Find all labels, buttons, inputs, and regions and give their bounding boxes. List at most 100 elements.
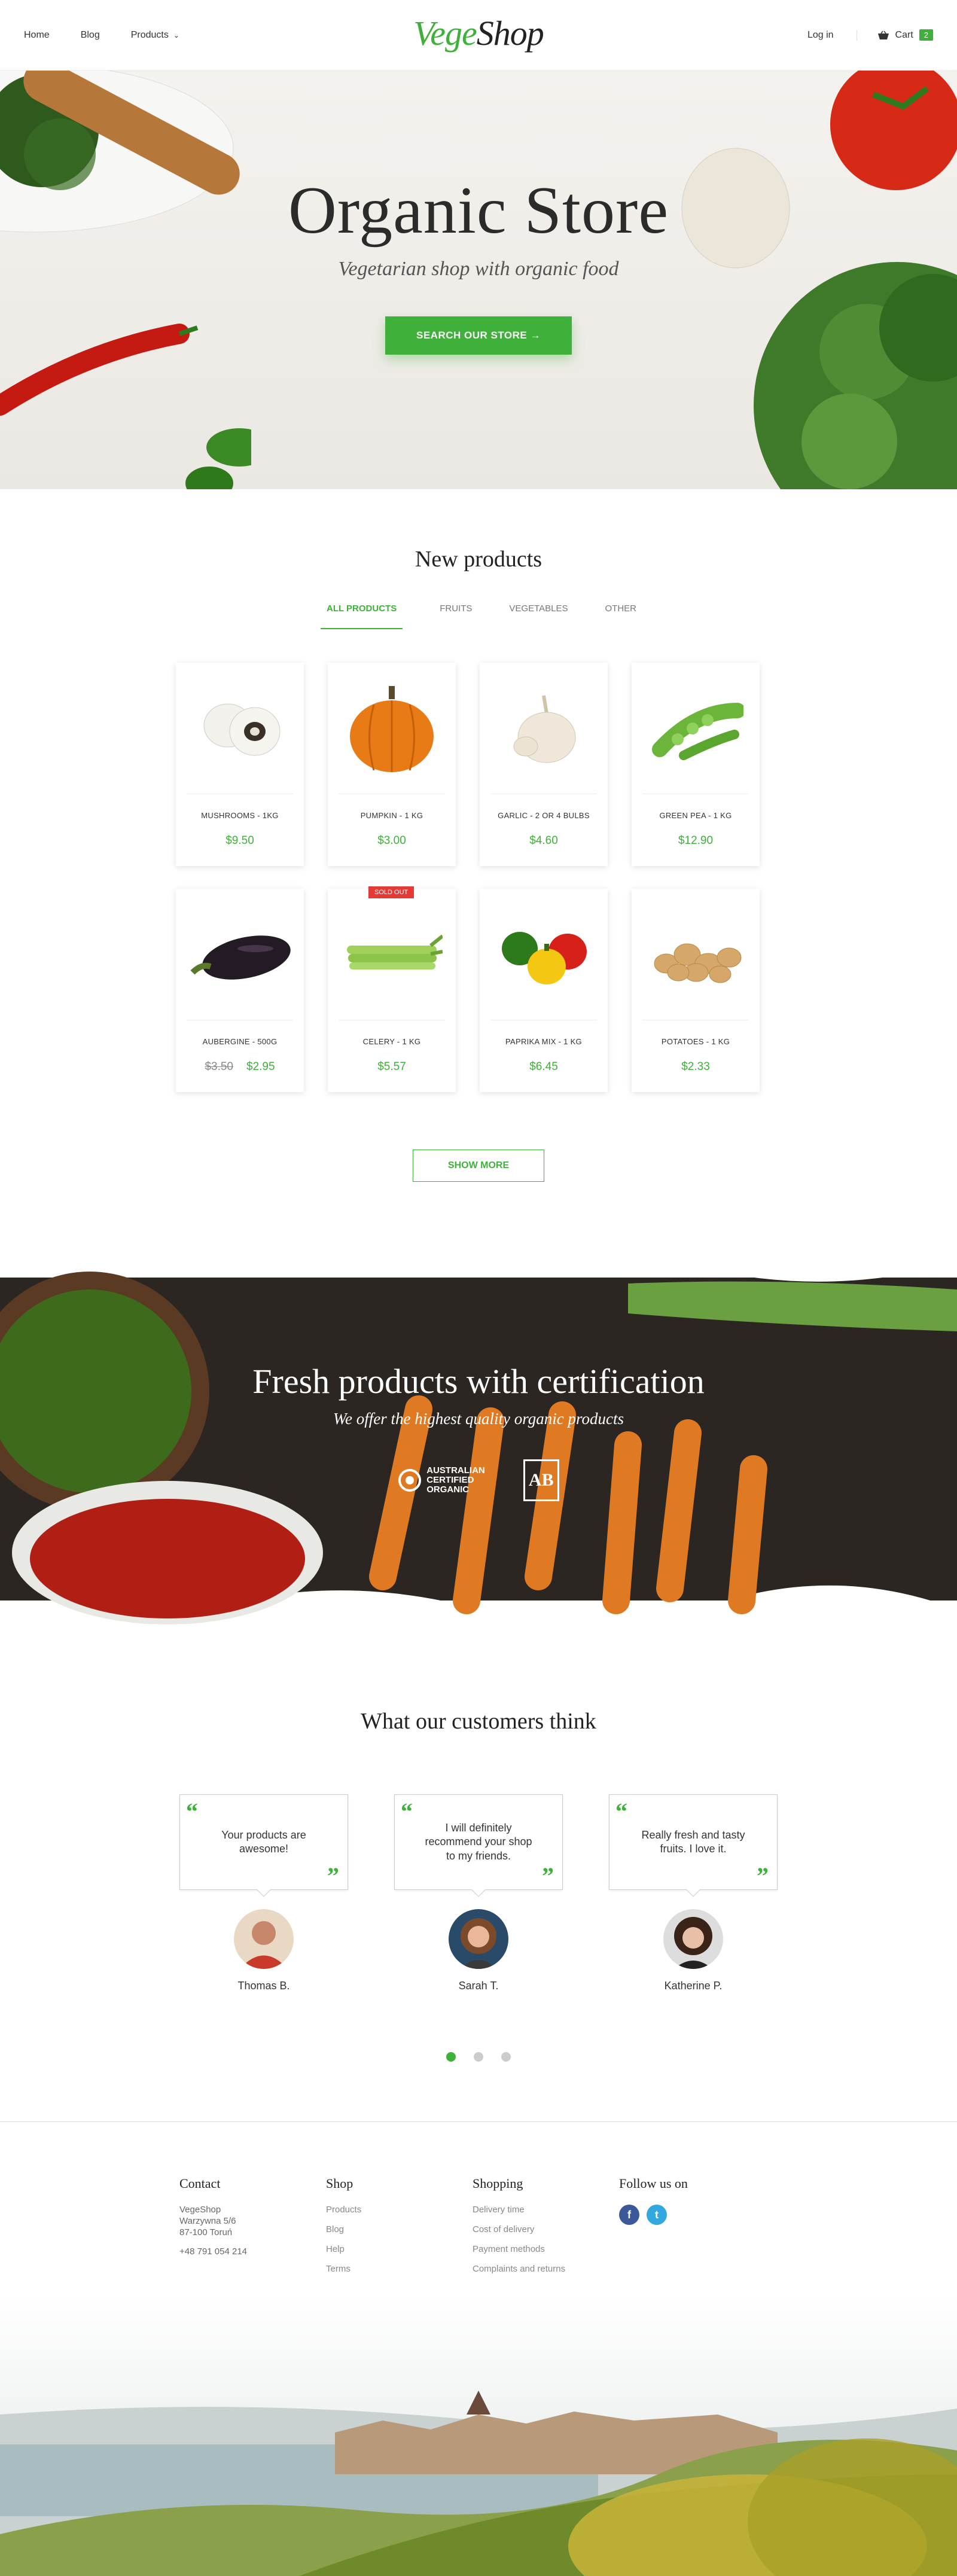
product-price: $2.95	[246, 1060, 275, 1073]
footer-link-help[interactable]: Help	[326, 2244, 473, 2254]
ab-organic-logo: AB	[523, 1459, 559, 1501]
product-price: $3.00	[377, 834, 406, 847]
aco-line3: ORGANIC	[426, 1484, 470, 1495]
mushrooms-image	[187, 663, 293, 794]
account-area: Log in Cart 2	[807, 29, 933, 41]
footer-contact: Contact VegeShop Warzywna 5/6 87-100 Tor…	[179, 2176, 326, 2284]
footer-link-terms[interactable]: Terms	[326, 2264, 473, 2274]
tab-vegetables[interactable]: VEGETABLES	[509, 603, 568, 629]
chevron-down-icon: ⌄	[173, 31, 179, 39]
cart-button[interactable]: Cart 2	[877, 29, 933, 41]
contact-company: VegeShop	[179, 2205, 221, 2215]
certification-subtitle: We offer the highest quality organic pro…	[333, 1410, 624, 1428]
product-name: PAPRIKA MIX - 1 KG	[505, 1037, 582, 1046]
australian-certified-organic-logo: AUSTRALIAN CERTIFIED ORGANIC	[398, 1466, 485, 1494]
footer-link-products[interactable]: Products	[326, 2205, 473, 2215]
testimonial-author: Thomas B.	[237, 1980, 290, 1992]
main-menu: Home Blog Products ⌄	[24, 30, 179, 41]
pumpkin-image	[339, 663, 445, 794]
search-store-button[interactable]: SEARCH OUR STORE →	[385, 316, 572, 355]
aubergine-image	[187, 889, 293, 1020]
testimonial-quote: “ Your products are awesome! ”	[179, 1794, 348, 1890]
show-more-button[interactable]: SHOW MORE	[413, 1150, 544, 1182]
carousel-dot-2[interactable]	[474, 2052, 483, 2062]
testimonial-item: “ I will definitely recommend your shop …	[394, 1794, 563, 1992]
product-card-green-pea[interactable]: GREEN PEA - 1 KG $12.90	[632, 663, 760, 866]
product-card-paprika-mix[interactable]: PAPRIKA MIX - 1 KG $6.45	[480, 889, 608, 1092]
testimonial-text: I will definitely recommend your shop to…	[425, 1821, 532, 1862]
nav-products-dropdown[interactable]: Products ⌄	[131, 30, 179, 41]
twitter-icon[interactable]: t	[647, 2205, 667, 2225]
product-card-potatoes[interactable]: POTATOES - 1 KG $2.33	[632, 889, 760, 1092]
footer-link-blog[interactable]: Blog	[326, 2224, 473, 2234]
certification-banner: Fresh products with certification We off…	[0, 1242, 957, 1630]
quote-open-icon: “	[186, 1798, 198, 1825]
quote-close-icon: ”	[757, 1862, 769, 1889]
contact-phone[interactable]: +48 791 054 214	[179, 2246, 326, 2258]
organic-swirl-icon	[398, 1469, 422, 1492]
footer-link-payment[interactable]: Payment methods	[473, 2244, 619, 2254]
product-card-pumpkin[interactable]: PUMPKIN - 1 KG $3.00	[328, 663, 456, 866]
product-card-mushrooms[interactable]: MUSHROOMS - 1KG $9.50	[176, 663, 304, 866]
footer-shop: Shop Products Blog Help Terms	[326, 2176, 473, 2284]
cart-label: Cart	[895, 29, 913, 40]
product-card-celery[interactable]: SOLD OUT CELERY - 1 KG $5.57	[328, 886, 456, 1092]
cart-count-badge: 2	[919, 29, 933, 41]
hero-right-decoration	[681, 71, 957, 489]
carousel-pagination	[0, 2052, 957, 2062]
logo-text-vege: Vege	[413, 14, 477, 53]
basket-icon	[877, 31, 889, 39]
product-card-aubergine[interactable]: AUBERGINE - 500G $3.50 $2.95	[176, 889, 304, 1092]
footer-link-complaints[interactable]: Complaints and returns	[473, 2264, 619, 2274]
logo-text-shop: Shop	[476, 14, 544, 53]
carousel-dot-3[interactable]	[501, 2052, 511, 2062]
contact-city: 87-100 Toruń	[179, 2227, 233, 2237]
hero-left-decoration	[0, 71, 251, 489]
footer-follow-title: Follow us on	[619, 2176, 688, 2191]
footer-link-delivery-time[interactable]: Delivery time	[473, 2205, 619, 2215]
paprika-image	[490, 889, 597, 1020]
certification-logos: AUSTRALIAN CERTIFIED ORGANIC AB	[0, 1459, 957, 1501]
carousel-dot-1[interactable]	[446, 2052, 456, 2062]
avatar	[449, 1909, 508, 1969]
testimonial-item: “ Your products are awesome! ” Thomas B.	[179, 1794, 348, 1992]
tab-all-products[interactable]: ALL PRODUCTS	[321, 603, 403, 629]
logo[interactable]: Vege Shop	[413, 13, 544, 53]
footer-contact-title: Contact	[179, 2176, 221, 2191]
top-navigation: Home Blog Products ⌄ Vege Shop Log in Cart…	[0, 0, 957, 71]
footer-columns: Contact VegeShop Warzywna 5/6 87-100 Tor…	[179, 2176, 778, 2284]
testimonial-author: Sarah T.	[458, 1980, 499, 1992]
nav-blog-link[interactable]: Blog	[81, 30, 100, 41]
facebook-icon[interactable]: f	[619, 2205, 639, 2225]
product-filter-tabs: ALL PRODUCTS FRUITS VEGETABLES OTHER	[0, 603, 957, 629]
nav-home-link[interactable]: Home	[24, 30, 50, 41]
social-links: f t	[619, 2205, 766, 2225]
product-card-garlic[interactable]: GARLIC - 2 OR 4 BULBS $4.60	[480, 663, 608, 866]
footer-social: Follow us on f t	[619, 2176, 766, 2284]
tab-fruits[interactable]: FRUITS	[440, 603, 472, 629]
testimonials-title: What our customers think	[361, 1709, 596, 1734]
green-pea-image	[642, 663, 749, 794]
aco-line1: AUSTRALIAN	[426, 1465, 485, 1476]
nav-products-label: Products	[130, 29, 169, 40]
login-link[interactable]: Log in	[807, 29, 857, 41]
product-name: POTATOES - 1 KG	[661, 1037, 730, 1046]
vineyard-landscape-image	[0, 2295, 957, 2576]
testimonials-carousel: “ Your products are awesome! ” Thomas B.…	[179, 1794, 778, 1992]
tab-other[interactable]: OTHER	[605, 603, 637, 629]
testimonial-item: “ Really fresh and tasty fruits. I love …	[609, 1794, 778, 1992]
testimonial-quote: “ Really fresh and tasty fruits. I love …	[609, 1794, 778, 1890]
product-name: GARLIC - 2 OR 4 BULBS	[498, 811, 590, 820]
new-products-section: New products ALL PRODUCTS FRUITS VEGETAB…	[0, 489, 957, 1182]
testimonials-section: What our customers think “ Your products…	[0, 1630, 957, 2062]
product-price-block: $3.50 $2.95	[176, 1060, 304, 1074]
footer-link-delivery-cost[interactable]: Cost of delivery	[473, 2224, 619, 2234]
hero-banner: Organic Store Vegetarian shop with organ…	[0, 71, 957, 489]
product-name: PUMPKIN - 1 KG	[360, 811, 423, 820]
quote-open-icon: “	[615, 1798, 627, 1825]
testimonial-text: Your products are awesome!	[221, 1828, 306, 1855]
aco-line2: CERTIFIED	[426, 1475, 474, 1486]
avatar	[234, 1909, 294, 1969]
quote-open-icon: “	[401, 1798, 413, 1825]
product-price: $9.50	[225, 834, 254, 847]
